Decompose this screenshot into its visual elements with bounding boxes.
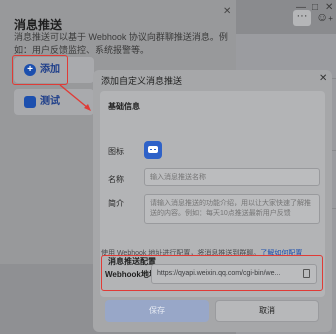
save-button[interactable]: 保存 (105, 300, 209, 322)
push-icon-picker[interactable] (144, 141, 162, 159)
intro-label: 简介 (108, 199, 124, 208)
cancel-button[interactable]: 取消 (215, 300, 319, 322)
add-push-dialog: 添加自定义消息推送 ✕ 基础信息 图标 名称 简介 消息推送配置 使用 Webh… (93, 70, 332, 332)
intro-textarea[interactable] (144, 194, 320, 224)
icon-label: 图标 (108, 147, 124, 156)
highlight-box (101, 255, 323, 291)
name-input[interactable] (144, 168, 320, 186)
basic-info-heading: 基础信息 (108, 102, 140, 111)
close-icon[interactable]: ✕ (319, 73, 327, 84)
dialog-title: 添加自定义消息推送 (101, 76, 183, 86)
chat-bubble-icon (148, 146, 158, 153)
name-label: 名称 (108, 175, 124, 184)
